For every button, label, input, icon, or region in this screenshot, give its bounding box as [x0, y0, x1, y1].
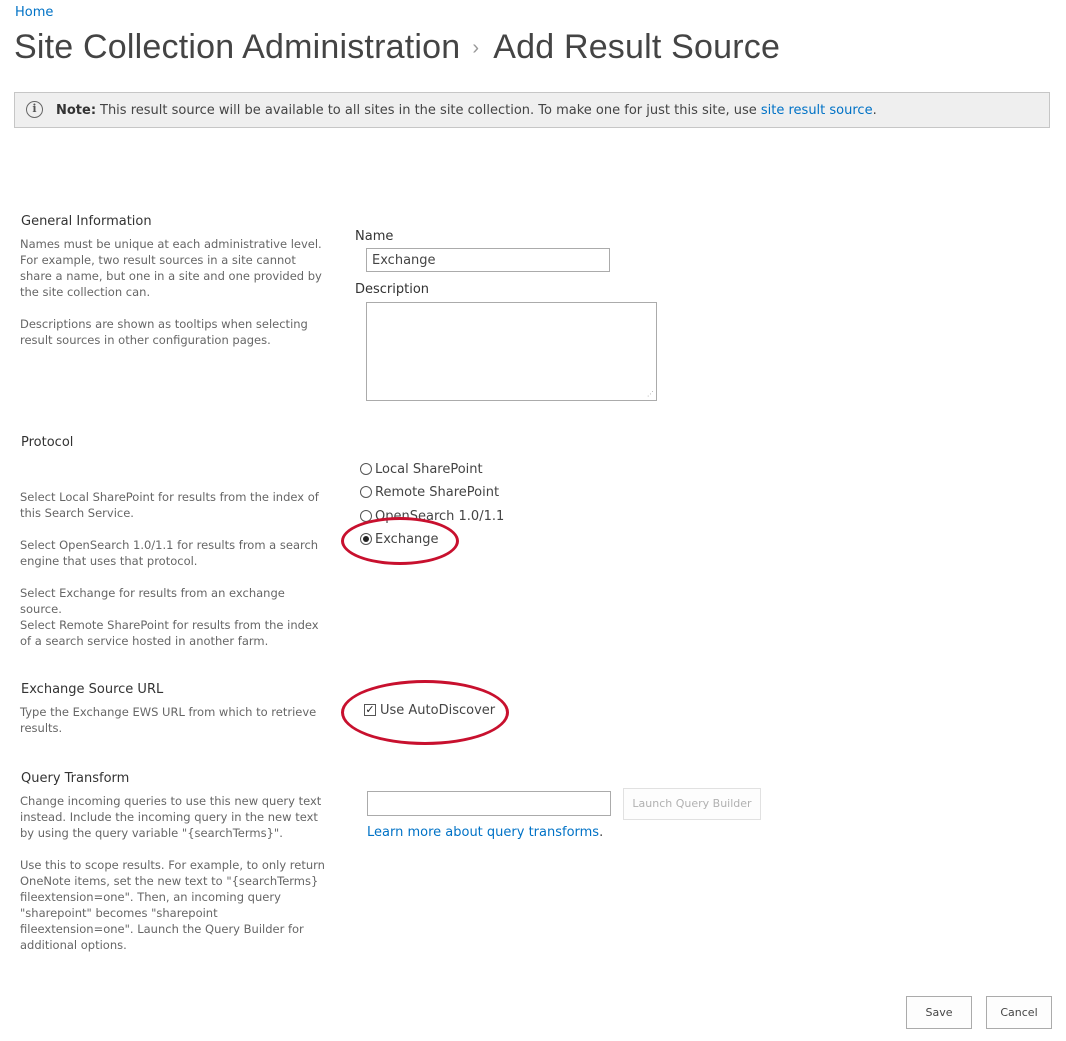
launch-query-builder-button[interactable]: Launch Query Builder: [623, 788, 761, 820]
radio-button[interactable]: [360, 486, 372, 498]
radio-label: Exchange: [375, 531, 439, 547]
radio-button-selected[interactable]: [360, 533, 372, 545]
query-transform-desc: Change incoming queries to use this new …: [20, 794, 322, 840]
note-message: This result source will be available to …: [100, 103, 761, 118]
cancel-button[interactable]: Cancel: [986, 996, 1052, 1029]
protocol-desc-local: Select Local SharePoint for results from…: [20, 490, 319, 520]
page-title: Site Collection Administration › Add Resul…: [14, 28, 780, 67]
description-label: Description: [355, 282, 430, 297]
note-end: .: [872, 103, 877, 118]
name-input[interactable]: [366, 248, 610, 272]
learn-more-query-transforms-link[interactable]: Learn more about query transforms: [367, 825, 599, 840]
radio-button[interactable]: [360, 510, 372, 522]
note-label: Note:: [56, 103, 97, 118]
radio-local-sharepoint[interactable]: Local SharePoint: [360, 460, 483, 478]
resize-grip-icon[interactable]: ⋰: [647, 391, 654, 398]
learn-more-row: Learn more about query transforms.: [367, 825, 603, 840]
site-result-source-link[interactable]: site result source: [761, 103, 873, 118]
breadcrumb-separator-icon: ›: [472, 37, 480, 59]
name-label: Name: [355, 229, 394, 244]
note-banner: i Note: This result source will be avail…: [14, 92, 1050, 128]
checkmark-icon[interactable]: ✓: [364, 704, 376, 716]
radio-remote-sharepoint[interactable]: Remote SharePoint: [360, 483, 499, 501]
page-title-current: Add Result Source: [493, 28, 781, 66]
use-autodiscover-checkbox[interactable]: ✓ Use AutoDiscover: [364, 701, 495, 719]
radio-label: Remote SharePoint: [375, 484, 500, 500]
exchange-source-url-title: Exchange Source URL: [21, 682, 164, 697]
checkbox-label: Use AutoDiscover: [380, 702, 496, 718]
query-transform-title: Query Transform: [21, 771, 130, 786]
home-link[interactable]: Home: [15, 5, 53, 20]
info-icon: i: [26, 101, 43, 118]
protocol-desc-remote: Select Remote SharePoint for results fro…: [20, 618, 319, 648]
protocol-desc-exchange: Select Exchange for results from an exch…: [20, 586, 285, 616]
protocol-desc-opensearch: Select OpenSearch 1.0/1.1 for results fr…: [20, 538, 319, 568]
learn-more-end: .: [599, 825, 604, 840]
page-title-parent: Site Collection Administration: [14, 28, 461, 66]
general-information-desc: Names must be unique at each administrat…: [20, 237, 322, 299]
query-transform-input[interactable]: [367, 791, 611, 816]
save-button[interactable]: Save: [906, 996, 972, 1029]
query-transform-example: Use this to scope results. For example, …: [20, 858, 325, 952]
description-textarea[interactable]: ⋰: [366, 302, 657, 401]
protocol-title: Protocol: [21, 435, 74, 450]
radio-button[interactable]: [360, 463, 372, 475]
exchange-source-url-desc: Type the Exchange EWS URL from which to …: [20, 705, 317, 735]
note-text: This result source will be available to …: [100, 103, 877, 118]
radio-exchange[interactable]: Exchange: [360, 530, 439, 548]
radio-opensearch[interactable]: OpenSearch 1.0/1.1: [360, 507, 504, 525]
radio-label: OpenSearch 1.0/1.1: [375, 508, 505, 524]
general-information-title: General Information: [21, 214, 152, 229]
radio-label: Local SharePoint: [375, 461, 483, 477]
description-help-text: Descriptions are shown as tooltips when …: [20, 317, 308, 347]
